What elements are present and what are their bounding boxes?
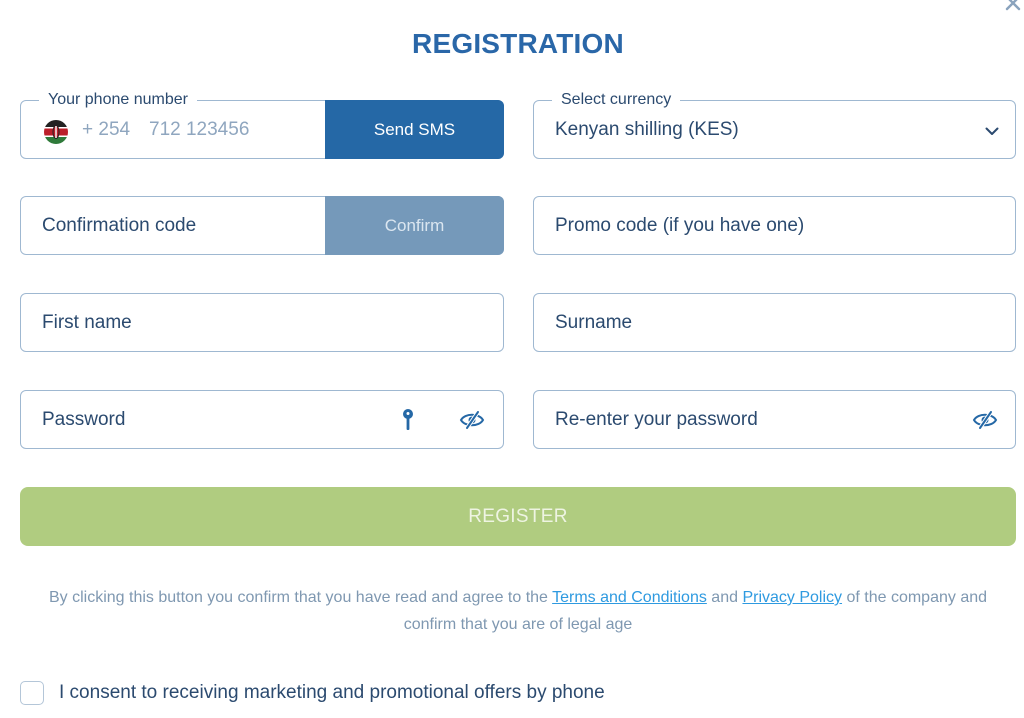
confirmation-code-field[interactable]: Confirmation code Confirm (20, 196, 504, 255)
consent-label: I consent to receiving marketing and pro… (59, 682, 605, 703)
currency-selected-value: Kenyan shilling (KES) (555, 118, 739, 140)
password-field[interactable]: Password (20, 390, 504, 449)
confirm-button[interactable]: Confirm (325, 196, 504, 255)
chevron-down-icon[interactable] (983, 122, 1001, 140)
promo-code-placeholder: Promo code (if you have one) (555, 214, 805, 236)
password-placeholder: Password (42, 408, 126, 430)
first-name-field[interactable]: First name (20, 293, 504, 352)
disclaimer-text-and: and (706, 589, 743, 606)
phone-field[interactable]: Your phone number + 254 712 123456 Send … (20, 90, 504, 159)
phone-input-placeholder[interactable]: 712 123456 (149, 119, 249, 141)
key-icon[interactable] (401, 408, 415, 432)
phone-legend: Your phone number (39, 90, 197, 110)
kenya-flag-icon[interactable] (44, 120, 68, 144)
send-sms-button[interactable]: Send SMS (325, 100, 504, 159)
disclaimer-text-before: By clicking this button you confirm that… (48, 589, 553, 606)
reenter-password-placeholder: Re-enter your password (555, 408, 758, 430)
confirmation-code-placeholder: Confirmation code (42, 214, 197, 236)
terms-and-conditions-link[interactable]: Terms and Conditions (552, 589, 707, 606)
register-button[interactable]: REGISTER (20, 487, 1016, 546)
surname-field[interactable]: Surname (533, 293, 1016, 352)
currency-legend: Select currency (552, 90, 681, 110)
promo-code-field[interactable]: Promo code (if you have one) (533, 196, 1016, 255)
page-title: REGISTRATION (412, 28, 624, 59)
close-icon[interactable] (1004, 0, 1022, 12)
consent-checkbox[interactable] (20, 681, 44, 705)
privacy-policy-link[interactable]: Privacy Policy (742, 589, 842, 606)
terms-disclaimer: By clicking this button you confirm that… (30, 584, 1006, 638)
marketing-consent[interactable]: I consent to receiving marketing and pro… (20, 681, 605, 705)
eye-slash-icon[interactable] (972, 409, 998, 431)
country-code: + 254 (82, 118, 131, 140)
reenter-password-field[interactable]: Re-enter your password (533, 390, 1016, 449)
surname-placeholder: Surname (555, 311, 633, 333)
first-name-placeholder: First name (42, 311, 132, 333)
currency-select[interactable]: Select currency Kenyan shilling (KES) (533, 90, 1016, 159)
eye-slash-icon[interactable] (459, 409, 485, 431)
